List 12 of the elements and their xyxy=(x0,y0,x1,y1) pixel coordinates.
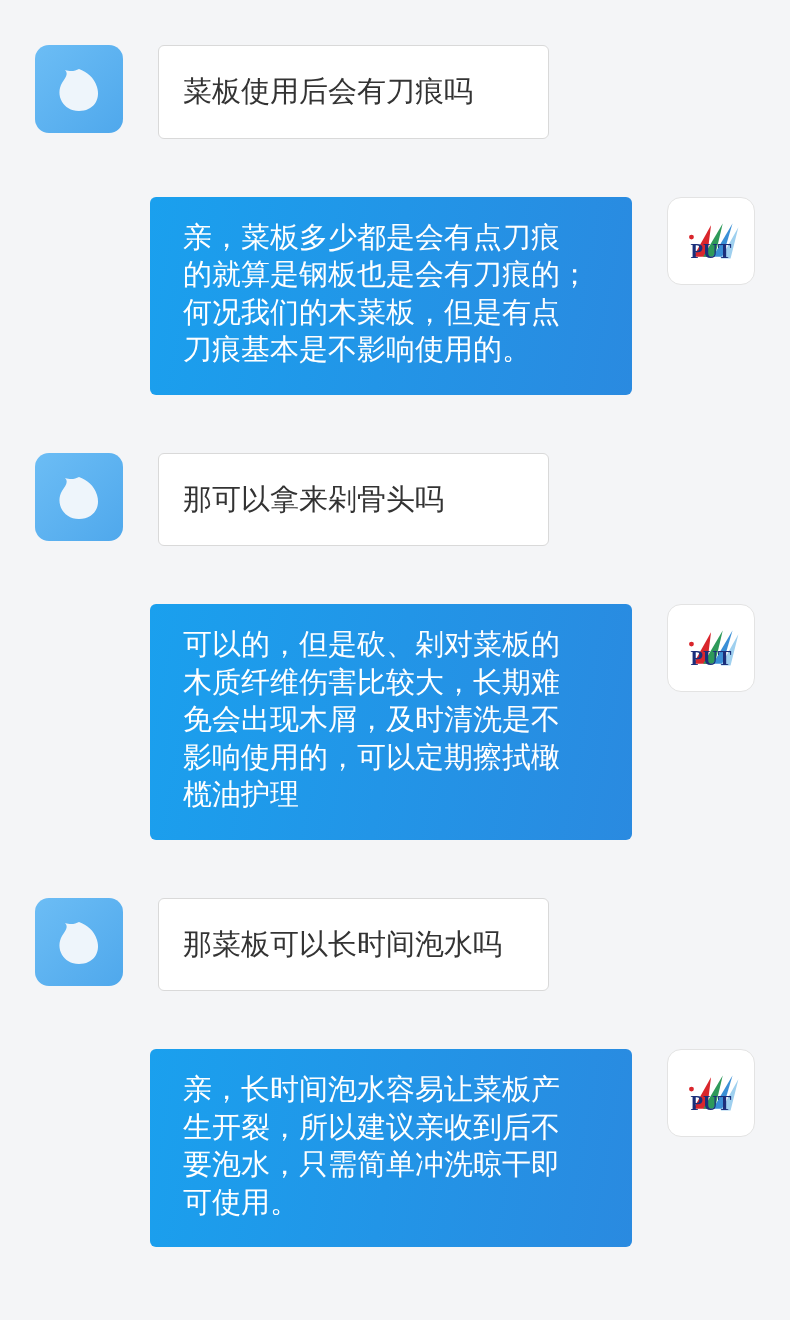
message-bubble: 那可以拿来剁骨头吗 xyxy=(158,452,549,546)
shop-logo: PUT xyxy=(667,604,755,692)
shop-logo: PUT xyxy=(667,1049,755,1137)
message-bubble: 可以的，但是砍、剁对菜板的 木质纤维伤害比较大，长期难 免会出现木屑，及时清洗是不 影响使用的，可以定期擦拭橄 榄油护理 xyxy=(150,604,632,840)
message-bubble: 那菜板可以长时间泡水吗 xyxy=(158,897,549,991)
message-bubble: 菜板使用后会有刀痕吗 xyxy=(158,45,549,139)
avatar-icon xyxy=(35,452,123,541)
shop-logo: PUT xyxy=(667,196,755,285)
avatar-icon xyxy=(35,45,123,133)
message-bubble: 亲，菜板多少都是会有点刀痕 的就算是钢板也是会有刀痕的； 何况我们的木菜板，但是有点 刀痕基本是不影响使用的。 xyxy=(150,196,632,395)
message-bubble: 亲，长时间泡水容易让菜板产 生开裂，所以建议亲收到后不 要泡水，只需简单冲洗晾干即 可使用。 xyxy=(150,1049,632,1247)
avatar-icon xyxy=(35,897,123,986)
